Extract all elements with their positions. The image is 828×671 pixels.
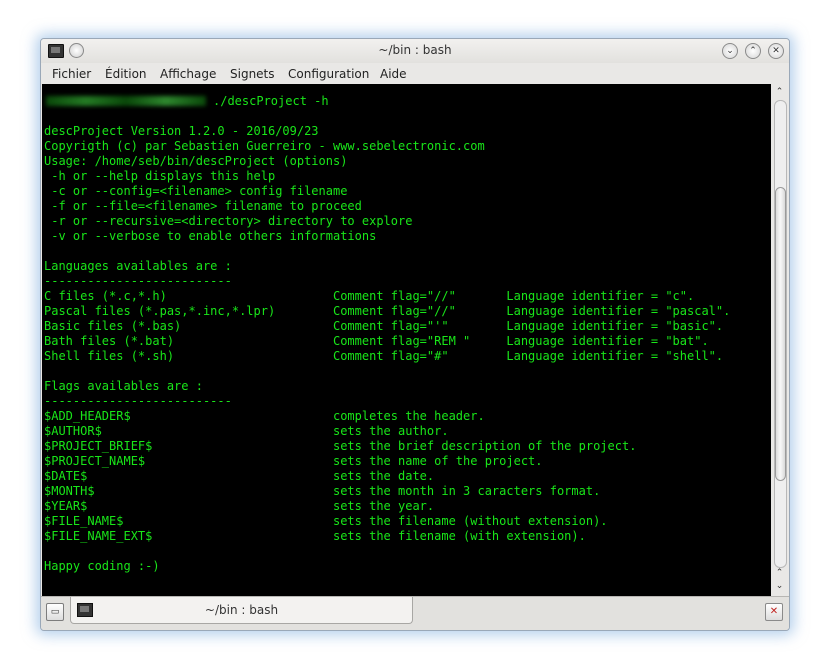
terminal-line: $ADD_HEADER$ completes the header. — [44, 409, 485, 423]
menu-affichage[interactable]: Affichage — [160, 67, 216, 81]
terminal-line: $MONTH$ sets the month in 3 caracters fo… — [44, 484, 601, 498]
terminal-line: -r or --recursive=<directory> directory … — [44, 214, 413, 228]
terminal-line: $AUTHOR$ sets the author. — [44, 424, 449, 438]
new-tab-icon[interactable]: ▭ — [46, 603, 64, 621]
scroll-up-icon[interactable]: ⌃ — [773, 86, 786, 99]
terminal-line: $FILE_NAME_EXT$ sets the filename (with … — [44, 529, 586, 543]
close-tab-icon[interactable]: ✕ — [765, 603, 783, 621]
terminal-line: -c or --config=<filename> config filenam… — [44, 184, 348, 198]
terminal-line: -h or --help displays this help — [44, 169, 276, 183]
menu-aide[interactable]: Aide — [380, 67, 407, 81]
terminal-line: Flags availables are : — [44, 379, 203, 393]
terminal-line: $PROJECT_NAME$ sets the name of the proj… — [44, 454, 543, 468]
vertical-scrollbar[interactable]: ⌃ ⌃ ⌄ — [771, 84, 788, 596]
menu-fichier[interactable]: Fichier — [52, 67, 91, 81]
terminal-line: C files (*.c,*.h) Comment flag="//" Lang… — [44, 289, 695, 303]
scrollbar-thumb[interactable] — [775, 187, 786, 481]
tab-label: ~/bin : bash — [204, 603, 279, 617]
terminal-line: Happy coding :-) — [44, 559, 160, 573]
terminal-line: $DATE$ sets the date. — [44, 469, 435, 483]
scroll-up-lower-icon[interactable]: ⌃ — [773, 567, 786, 580]
menu-bar: Fichier Édition Affichage Signets Config… — [41, 63, 789, 85]
close-icon[interactable]: ✕ — [768, 43, 784, 59]
konsole-window: ~/bin : bash ⌄ ⌃ ✕ Fichier Édition Affic… — [40, 38, 790, 631]
terminal-line: Pascal files (*.pas,*.inc,*.lpr) Comment… — [44, 304, 731, 318]
terminal-line: -------------------------- — [44, 274, 232, 288]
title-bar[interactable]: ~/bin : bash ⌄ ⌃ ✕ — [41, 39, 789, 63]
scrollbar-track[interactable] — [774, 100, 787, 568]
minimize-icon[interactable]: ⌄ — [722, 43, 738, 59]
window-title: ~/bin : bash — [378, 43, 452, 57]
prompt-command: ./descProject -h — [213, 94, 329, 108]
tab-bash[interactable]: ~/bin : bash — [70, 597, 413, 624]
terminal-line: Basic files (*.bas) Comment flag="'" Lan… — [44, 319, 724, 333]
redacted-prompt — [46, 96, 206, 106]
maximize-icon[interactable]: ⌃ — [745, 43, 761, 59]
menu-edition[interactable]: Édition — [105, 67, 147, 81]
menu-signets[interactable]: Signets — [230, 67, 275, 81]
tab-bar: ▭ ~/bin : bash ✕ — [41, 596, 789, 630]
terminal-line: -v or --verbose to enable others informa… — [44, 229, 377, 243]
terminal-line: Copyrigth (c) par Sebastien Guerreiro - … — [44, 139, 485, 153]
terminal-line: -f or --file=<filename> filename to proc… — [44, 199, 362, 213]
terminal-line: Shell files (*.sh) Comment flag="#" Lang… — [44, 349, 724, 363]
terminal-line: Languages availables are : — [44, 259, 232, 273]
terminal-output[interactable]: ./descProject -h descProject Version 1.2… — [42, 84, 771, 596]
terminal-line: $YEAR$ sets the year. — [44, 499, 435, 513]
terminal-line: -------------------------- — [44, 394, 232, 408]
terminal-line: $FILE_NAME$ sets the filename (without e… — [44, 514, 608, 528]
terminal-line: descProject Version 1.2.0 - 2016/09/23 — [44, 124, 319, 138]
terminal-line: $PROJECT_BRIEF$ sets the brief descripti… — [44, 439, 637, 453]
terminal-line: Usage: /home/seb/bin/descProject (option… — [44, 154, 348, 168]
terminal-line: Bath files (*.bat) Comment flag="REM " L… — [44, 334, 709, 348]
scroll-down-icon[interactable]: ⌄ — [773, 580, 786, 593]
menu-configuration[interactable]: Configuration — [288, 67, 369, 81]
